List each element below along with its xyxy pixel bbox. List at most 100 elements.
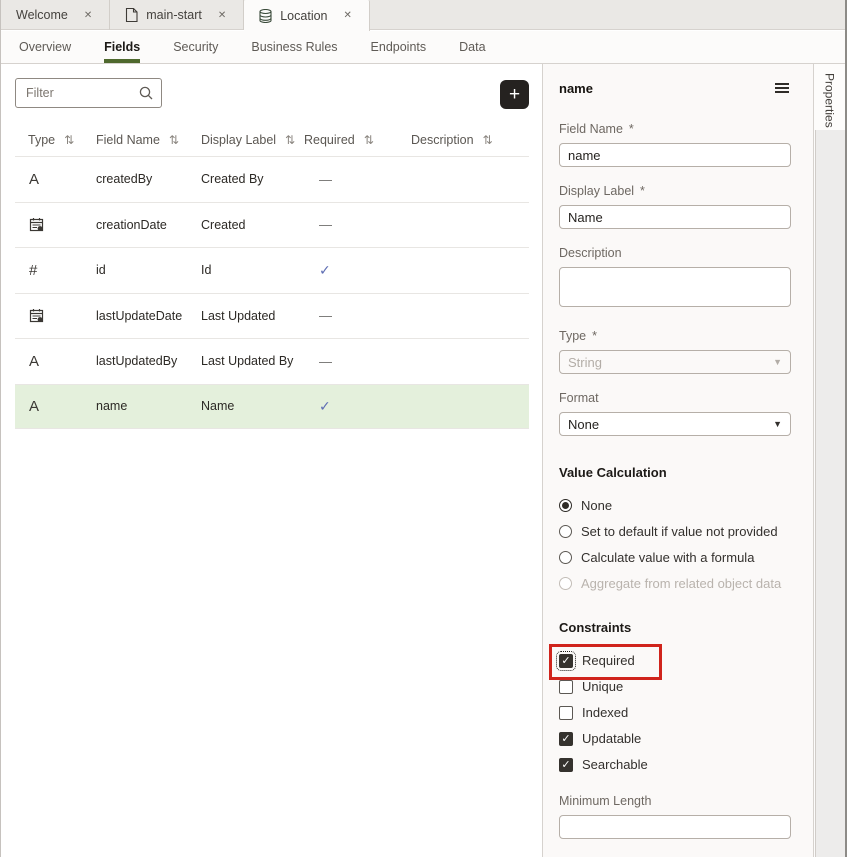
properties-rail-tab[interactable]: Properties — [814, 64, 845, 130]
value-calculation-heading: Value Calculation — [559, 465, 791, 480]
add-field-button[interactable]: + — [500, 80, 529, 109]
display-label-cell: Created — [201, 218, 304, 232]
menu-icon[interactable] — [773, 79, 791, 97]
column-header-field-name: Field Name — [96, 133, 160, 147]
field-name-cell: id — [96, 263, 201, 277]
format-select[interactable]: None ▼ — [559, 412, 791, 436]
sort-icon[interactable]: ⇅ — [169, 133, 179, 147]
required-cell: ✓ — [304, 398, 411, 415]
table-header: Type ⇅ Field Name ⇅ Display Label ⇅ Require… — [15, 124, 529, 156]
checkbox-checked-icon: ✓ — [559, 654, 573, 668]
checkbox-icon — [559, 680, 573, 694]
chevron-down-icon: ▼ — [773, 357, 782, 367]
table-row-lastUpdateDate[interactable]: lastUpdateDate Last Updated — — [15, 293, 529, 339]
sort-icon[interactable]: ⇅ — [364, 133, 374, 147]
field-name-cell: createdBy — [96, 172, 201, 186]
required-cell: — — [304, 308, 411, 323]
table-row-id[interactable]: # id Id ✓ — [15, 247, 529, 293]
radio-icon — [559, 525, 572, 538]
required-marker: * — [629, 122, 634, 136]
tab-label: Welcome — [16, 8, 68, 22]
properties-panel: name Field Name* Display Label* Descript… — [542, 64, 813, 857]
subtab-business-rules[interactable]: Business Rules — [251, 31, 337, 63]
date-field-icon — [29, 217, 96, 232]
selected-field-title: name — [559, 81, 593, 96]
column-header-required: Required — [304, 133, 355, 147]
date-field-icon — [29, 308, 96, 323]
column-header-description: Description — [411, 133, 474, 147]
sort-icon[interactable]: ⇅ — [285, 133, 295, 147]
column-header-type: Type — [28, 133, 55, 147]
tab-label: Location — [280, 9, 327, 23]
display-label-input[interactable] — [559, 205, 791, 229]
subtab-security[interactable]: Security — [173, 31, 218, 63]
radio-icon — [559, 499, 572, 512]
properties-rail-label: Properties — [823, 73, 837, 130]
field-name-label: Field Name* — [559, 122, 791, 136]
text-field-icon: A — [29, 171, 39, 188]
subtab-fields[interactable]: Fields — [104, 31, 140, 63]
radio-calculate-formula[interactable]: Calculate value with a formula — [559, 550, 791, 565]
search-icon — [138, 85, 154, 106]
field-name-cell: lastUpdatedBy — [96, 354, 201, 368]
field-name-cell: name — [96, 399, 201, 413]
sort-icon[interactable]: ⇅ — [64, 133, 74, 147]
close-icon[interactable]: ✕ — [216, 8, 228, 23]
sort-icon[interactable]: ⇅ — [483, 133, 493, 147]
close-icon[interactable]: ✕ — [342, 8, 354, 23]
app-window: Welcome ✕ main-start ✕ Location ✕ Overvi… — [0, 0, 847, 857]
minimum-length-input[interactable] — [559, 815, 791, 839]
radio-aggregate: Aggregate from related object data — [559, 576, 791, 591]
checkbox-indexed[interactable]: Indexed — [559, 705, 791, 720]
rail-background — [815, 130, 845, 857]
tab-welcome[interactable]: Welcome ✕ — [1, 0, 110, 30]
field-name-cell: lastUpdateDate — [96, 309, 201, 323]
description-label: Description — [559, 246, 791, 260]
table-row-createdBy[interactable]: A createdBy Created By — — [15, 156, 529, 202]
radio-set-default[interactable]: Set to default if value not provided — [559, 524, 791, 539]
display-label-cell: Name — [201, 399, 304, 413]
table-row-lastUpdatedBy[interactable]: A lastUpdatedBy Last Updated By — — [15, 338, 529, 384]
checkbox-updatable[interactable]: ✓ Updatable — [559, 731, 791, 746]
table-row-creationDate[interactable]: creationDate Created — — [15, 202, 529, 248]
text-field-icon: A — [29, 398, 39, 415]
tab-main-start[interactable]: main-start ✕ — [110, 0, 244, 30]
tab-location[interactable]: Location ✕ — [244, 0, 370, 31]
minimum-length-label: Minimum Length — [559, 794, 791, 808]
right-rail: Properties — [813, 64, 845, 857]
checkbox-searchable[interactable]: ✓ Searchable — [559, 757, 791, 772]
subtab-endpoints[interactable]: Endpoints — [371, 31, 427, 63]
constraints-heading: Constraints — [559, 620, 791, 635]
display-label-cell: Last Updated By — [201, 354, 304, 368]
editor-tab-bar: Welcome ✕ main-start ✕ Location ✕ — [1, 0, 845, 30]
checkbox-required[interactable]: ✓ Required — [559, 653, 791, 668]
required-cell: — — [304, 172, 411, 187]
checkbox-icon — [559, 706, 573, 720]
close-icon[interactable]: ✕ — [82, 8, 94, 23]
object-subtabs: Overview Fields Security Business Rules … — [1, 31, 845, 64]
type-label: Type* — [559, 329, 791, 343]
radio-none[interactable]: None — [559, 498, 791, 513]
fields-table: Type ⇅ Field Name ⇅ Display Label ⇅ Require… — [15, 124, 529, 429]
checkbox-unique[interactable]: Unique — [559, 679, 791, 694]
database-icon — [259, 9, 272, 23]
display-label-cell: Created By — [201, 172, 304, 186]
field-name-cell: creationDate — [96, 218, 201, 232]
required-marker: * — [592, 329, 597, 343]
description-textarea[interactable] — [559, 267, 791, 307]
field-name-input[interactable] — [559, 143, 791, 167]
checkbox-checked-icon: ✓ — [559, 732, 573, 746]
subtab-overview[interactable]: Overview — [19, 31, 71, 63]
page-icon — [125, 8, 138, 22]
required-cell: ✓ — [304, 262, 411, 279]
chevron-down-icon: ▼ — [773, 419, 782, 429]
required-cell: — — [304, 354, 411, 369]
column-header-display-label: Display Label — [201, 133, 276, 147]
text-field-icon: A — [29, 353, 39, 370]
checkbox-checked-icon: ✓ — [559, 758, 573, 772]
radio-icon — [559, 577, 572, 590]
table-row-name-selected[interactable]: A name Name ✓ — [15, 384, 529, 430]
display-label-cell: Id — [201, 263, 304, 277]
subtab-data[interactable]: Data — [459, 31, 485, 63]
tab-label: main-start — [146, 8, 202, 22]
